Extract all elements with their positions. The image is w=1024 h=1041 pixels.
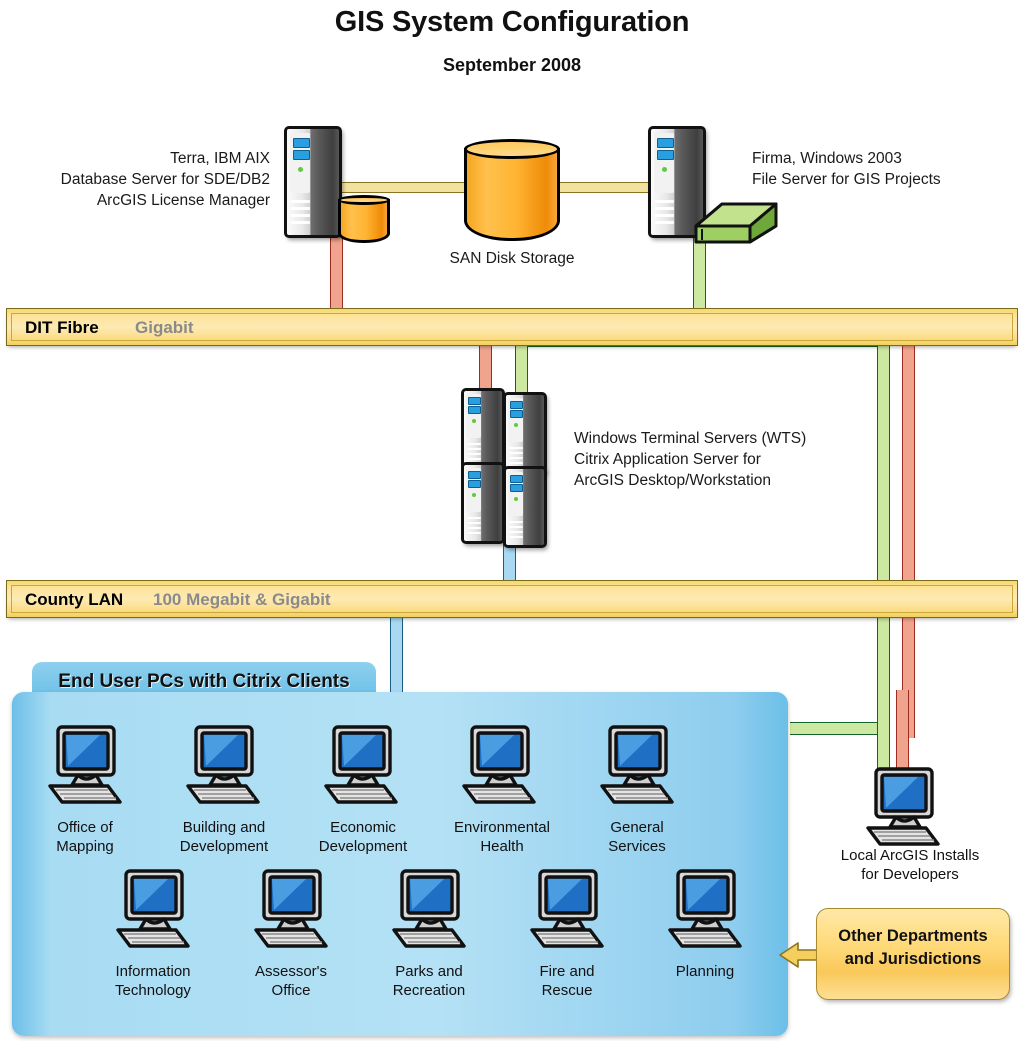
pc-icon-office-of-mapping[interactable] (42, 724, 128, 808)
pc-label-line: Development (179, 838, 269, 855)
database-server-label-line3: ArcGIS License Manager (96, 192, 270, 209)
page-subtitle: September 2008 (442, 55, 582, 75)
pc-icon-parks-and-recreation[interactable] (386, 868, 472, 952)
developer-pc-label: Local ArcGIS Installs for Developers (820, 846, 1000, 884)
pc-label-office-of-mapping: Office of Mapping (30, 818, 140, 856)
pc-label-general-services: General Services (578, 818, 696, 856)
page-title: GIS System Configuration (334, 6, 690, 38)
pc-icon-fire-and-rescue[interactable] (524, 868, 610, 952)
pc-label-parks-and-recreation: Parks and Recreation (368, 962, 490, 1000)
pc-label-line: Fire and (539, 963, 595, 980)
pc-label-planning: Planning (650, 962, 760, 981)
county-lan-name: County LAN (25, 590, 124, 609)
cable-san-left (330, 182, 470, 193)
cable-green-right-down (877, 334, 890, 722)
database-server-label-line1: Terra, IBM AIX (170, 150, 270, 167)
network-bar-dit-fibre: DIT Fibre Gigabit (6, 308, 1018, 346)
pc-label-line: Office of (57, 819, 113, 836)
developer-pc-icon[interactable] (860, 766, 946, 850)
database-server-icon[interactable] (284, 126, 342, 238)
pc-label-fire-and-rescue: Fire and Rescue (512, 962, 622, 1000)
pc-label-line: Assessor's (254, 963, 328, 980)
pc-icon-environmental-health[interactable] (456, 724, 542, 808)
external-drive-icon (692, 196, 780, 248)
other-departments-box[interactable]: Other Departments and Jurisdictions (816, 908, 1010, 1000)
pc-label-line: Mapping (56, 838, 114, 855)
pc-label-line: General (610, 819, 664, 836)
pc-label-line: Recreation (392, 982, 466, 999)
pc-label-economic-development: Economic Development (296, 818, 430, 856)
pc-label-line: Planning (675, 963, 735, 980)
wts-server-icon-1[interactable] (461, 388, 505, 470)
pc-icon-economic-development[interactable] (318, 724, 404, 808)
wts-label-line3: ArcGIS Desktop/Workstation (574, 472, 771, 489)
pc-label-building-and-development: Building and Development (157, 818, 291, 856)
cable-green-to-developer (790, 722, 890, 735)
cable-red-right-down (902, 318, 915, 738)
dit-fibre-name: DIT Fibre (25, 318, 99, 337)
pc-icon-building-and-development[interactable] (180, 724, 266, 808)
pc-label-line: Development (318, 838, 408, 855)
file-server-label: Firma, Windows 2003 File Server for GIS … (752, 148, 1024, 190)
cable-green-developer-drop (877, 722, 890, 772)
other-departments-line: and Jurisdictions (844, 950, 982, 968)
pc-label-line: Rescue (541, 982, 593, 999)
other-departments-box-label: Other Departments and Jurisdictions (823, 925, 1003, 971)
pc-icon-information-technology[interactable] (110, 868, 196, 952)
pc-label-information-technology: Information Technology (90, 962, 216, 1000)
pc-label-assessors-office: Assessor's Office (232, 962, 350, 1000)
pc-icon-assessors-office[interactable] (248, 868, 334, 952)
pc-label-line: Services (608, 838, 666, 855)
dit-fibre-speed: Gigabit (135, 318, 194, 337)
cable-red-developer-drop (896, 690, 909, 772)
county-lan-speed: 100 Megabit & Gigabit (153, 590, 331, 609)
pc-label-line: Parks and (395, 963, 463, 980)
file-server-label-line1: Firma, Windows 2003 (752, 150, 902, 167)
wts-label: Windows Terminal Servers (WTS) Citrix Ap… (574, 428, 954, 491)
wts-server-icon-4[interactable] (503, 466, 547, 548)
pc-label-line: Building and (182, 819, 266, 836)
pc-icon-planning[interactable] (662, 868, 748, 952)
other-departments-line: Other Departments (838, 927, 988, 945)
wts-label-line2: Citrix Application Server for (574, 451, 761, 468)
pc-label-line: Technology (115, 982, 191, 999)
pc-label-environmental-health: Environmental Health (432, 818, 572, 856)
pc-label-line: Health (480, 838, 524, 855)
pc-label-line: Office (271, 982, 311, 999)
pc-label-line: Economic (330, 819, 396, 836)
wts-server-icon-3[interactable] (461, 462, 505, 544)
san-disk-storage-label: SAN Disk Storage (449, 250, 575, 267)
wts-server-icon-2[interactable] (503, 392, 547, 474)
file-server-label-line2: File Server for GIS Projects (752, 171, 941, 188)
database-disk-icon (338, 195, 390, 243)
database-server-label-line2: Database Server for SDE/DB2 (60, 171, 270, 188)
pc-icon-general-services[interactable] (594, 724, 680, 808)
developer-pc-label-line: for Developers (861, 866, 959, 883)
developer-pc-label-line: Local ArcGIS Installs (840, 847, 980, 864)
database-server-label: Terra, IBM AIX Database Server for SDE/D… (0, 148, 270, 211)
pc-label-line: Information (115, 963, 191, 980)
pc-label-line: Environmental (454, 819, 550, 836)
network-bar-county-lan: County LAN 100 Megabit & Gigabit (6, 580, 1018, 618)
san-disk-storage-icon[interactable] (464, 139, 560, 241)
wts-label-line1: Windows Terminal Servers (WTS) (574, 430, 807, 447)
end-user-panel-tab-label: End User PCs with Citrix Clients (58, 671, 350, 692)
